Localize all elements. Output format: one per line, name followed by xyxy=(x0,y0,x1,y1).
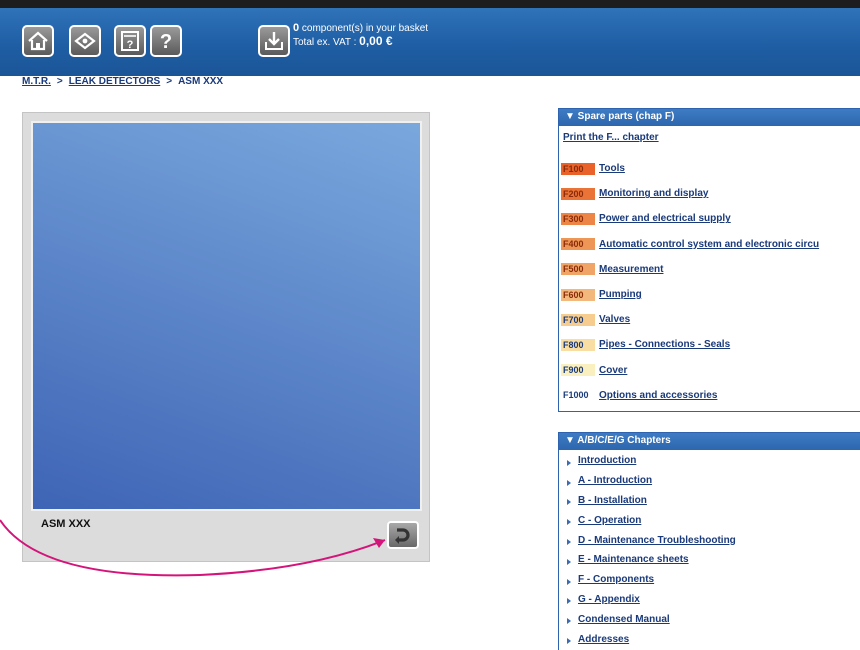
document-icon: ? xyxy=(121,31,139,51)
spare-part-item[interactable]: F400 Automatic control system and electro… xyxy=(559,232,860,257)
spare-part-link[interactable]: Measurement xyxy=(599,264,663,275)
chapter-item[interactable]: Condensed Manual xyxy=(559,609,860,629)
chevron-right-icon xyxy=(567,578,571,585)
download-icon xyxy=(265,32,283,50)
breadcrumb: M.T.R. > LEAK DETECTORS > ASM XXX xyxy=(22,76,223,87)
download-button[interactable] xyxy=(258,25,290,57)
spare-part-code: F500 xyxy=(561,263,595,276)
chapter-item[interactable]: D - Maintenance Troubleshooting xyxy=(559,530,860,550)
window-top-strip xyxy=(0,0,860,8)
spare-part-item[interactable]: F300 Power and electrical supply xyxy=(559,206,860,231)
basket-summary: 0 component(s) in your basket Total ex. … xyxy=(293,22,428,49)
basket-count: 0 xyxy=(293,22,300,34)
product-viewer: ASM XXX xyxy=(22,112,430,562)
chapter-link[interactable]: Introduction xyxy=(578,455,636,466)
breadcrumb-current: ASM XXX xyxy=(178,76,224,87)
chevron-right-icon xyxy=(567,479,571,486)
chapter-item[interactable]: A - Introduction xyxy=(559,471,860,491)
help-button[interactable]: ? xyxy=(150,25,182,57)
spare-part-item[interactable]: F500 Measurement xyxy=(559,257,860,282)
spare-part-item[interactable]: F1000 Options and accessories xyxy=(559,383,860,408)
chapter-link[interactable]: F - Components xyxy=(578,574,654,585)
chapter-link[interactable]: Condensed Manual xyxy=(578,614,670,625)
spare-part-code: F1000 xyxy=(561,389,595,402)
chapters-panel: ▼ A/B/C/E/G Chapters Introduction A - Int… xyxy=(558,432,860,650)
chapter-item[interactable]: B - Installation xyxy=(559,491,860,511)
spare-part-link[interactable]: Options and accessories xyxy=(599,390,717,401)
chapter-item[interactable]: G - Appendix xyxy=(559,590,860,610)
spare-part-code: F600 xyxy=(561,288,595,301)
spare-part-item[interactable]: F200 Monitoring and display xyxy=(559,181,860,206)
spare-part-link[interactable]: Pumping xyxy=(599,289,642,300)
breadcrumb-separator: > xyxy=(166,76,173,87)
breadcrumb-separator: > xyxy=(56,76,63,87)
chapter-item[interactable]: F - Components xyxy=(559,570,860,590)
chapter-link[interactable]: E - Maintenance sheets xyxy=(578,554,689,565)
spare-part-code: F800 xyxy=(561,338,595,351)
home-icon xyxy=(28,31,48,51)
product-image xyxy=(31,121,422,511)
chevron-right-icon xyxy=(567,558,571,565)
spare-part-link[interactable]: Monitoring and display xyxy=(599,188,708,199)
breadcrumb-mtr[interactable]: M.T.R. xyxy=(22,76,51,87)
chapter-link[interactable]: D - Maintenance Troubleshooting xyxy=(578,535,736,546)
breadcrumb-leak-detectors[interactable]: LEAK DETECTORS xyxy=(69,76,161,87)
chapters-header[interactable]: ▼ A/B/C/E/G Chapters xyxy=(559,433,860,450)
total-label: Total ex. VAT : xyxy=(293,37,357,48)
chevron-right-icon xyxy=(567,638,571,645)
chapter-item[interactable]: Addresses xyxy=(559,629,860,649)
spare-part-code: F700 xyxy=(561,313,595,326)
chevron-right-icon xyxy=(567,539,571,546)
chevron-right-icon xyxy=(567,598,571,605)
spare-part-link[interactable]: Pipes - Connections - Seals xyxy=(599,339,730,350)
svg-text:?: ? xyxy=(127,39,134,51)
chevron-right-icon xyxy=(567,618,571,625)
spare-part-item[interactable]: F100 Tools xyxy=(559,156,860,181)
chapter-link[interactable]: B - Installation xyxy=(578,495,647,506)
spare-part-item[interactable]: F600 Pumping xyxy=(559,282,860,307)
product-name: ASM XXX xyxy=(41,518,91,530)
spare-part-link[interactable]: Automatic control system and electronic … xyxy=(599,239,819,250)
spare-part-code: F100 xyxy=(561,162,595,175)
document-button[interactable]: ? xyxy=(114,25,146,57)
chapter-item[interactable]: E - Maintenance sheets xyxy=(559,550,860,570)
chapter-link[interactable]: C - Operation xyxy=(578,515,641,526)
home-button[interactable] xyxy=(22,25,54,57)
svg-text:?: ? xyxy=(160,31,172,52)
spare-part-code: F900 xyxy=(561,364,595,377)
print-chapter-link[interactable]: Print the F... chapter xyxy=(563,132,860,143)
rotate-view-button[interactable] xyxy=(387,521,419,549)
total-value: 0,00 € xyxy=(359,34,393,48)
spare-part-link[interactable]: Tools xyxy=(599,163,625,174)
spare-part-item[interactable]: F700 Valves xyxy=(559,307,860,332)
chapter-link[interactable]: A - Introduction xyxy=(578,475,652,486)
spare-part-link[interactable]: Power and electrical supply xyxy=(599,213,731,224)
chapter-item[interactable]: Introduction xyxy=(559,451,860,471)
spare-part-item[interactable]: F900 Cover xyxy=(559,358,860,383)
chapter-link[interactable]: G - Appendix xyxy=(578,594,640,605)
chapter-item[interactable]: C - Operation xyxy=(559,510,860,530)
spare-part-link[interactable]: Valves xyxy=(599,314,630,325)
toolbar: ? ? 0 component(s) in your basket Total … xyxy=(0,8,860,76)
spare-part-link[interactable]: Cover xyxy=(599,365,627,376)
spare-parts-panel: ▼ Spare parts (chap F) Print the F... ch… xyxy=(558,108,860,412)
basket-text: component(s) in your basket xyxy=(301,23,429,34)
spare-parts-list: F100 Tools F200 Monitoring and display F300 P… xyxy=(559,156,860,408)
chevron-right-icon xyxy=(567,519,571,526)
chevron-right-icon xyxy=(567,499,571,506)
chapters-list: Introduction A - Introduction B - Installa… xyxy=(559,451,860,649)
chapter-link[interactable]: Addresses xyxy=(578,634,629,645)
spare-part-item[interactable]: F800 Pipes - Connections - Seals xyxy=(559,332,860,357)
spare-part-code: F200 xyxy=(561,187,595,200)
tag-button[interactable] xyxy=(69,25,101,57)
spare-part-code: F300 xyxy=(561,212,595,225)
spare-parts-header[interactable]: ▼ Spare parts (chap F) xyxy=(559,109,860,126)
help-icon: ? xyxy=(160,31,172,52)
chevron-right-icon xyxy=(567,459,571,466)
tag-icon xyxy=(74,32,96,50)
spare-part-code: F400 xyxy=(561,238,595,251)
rotate-icon xyxy=(395,528,410,544)
